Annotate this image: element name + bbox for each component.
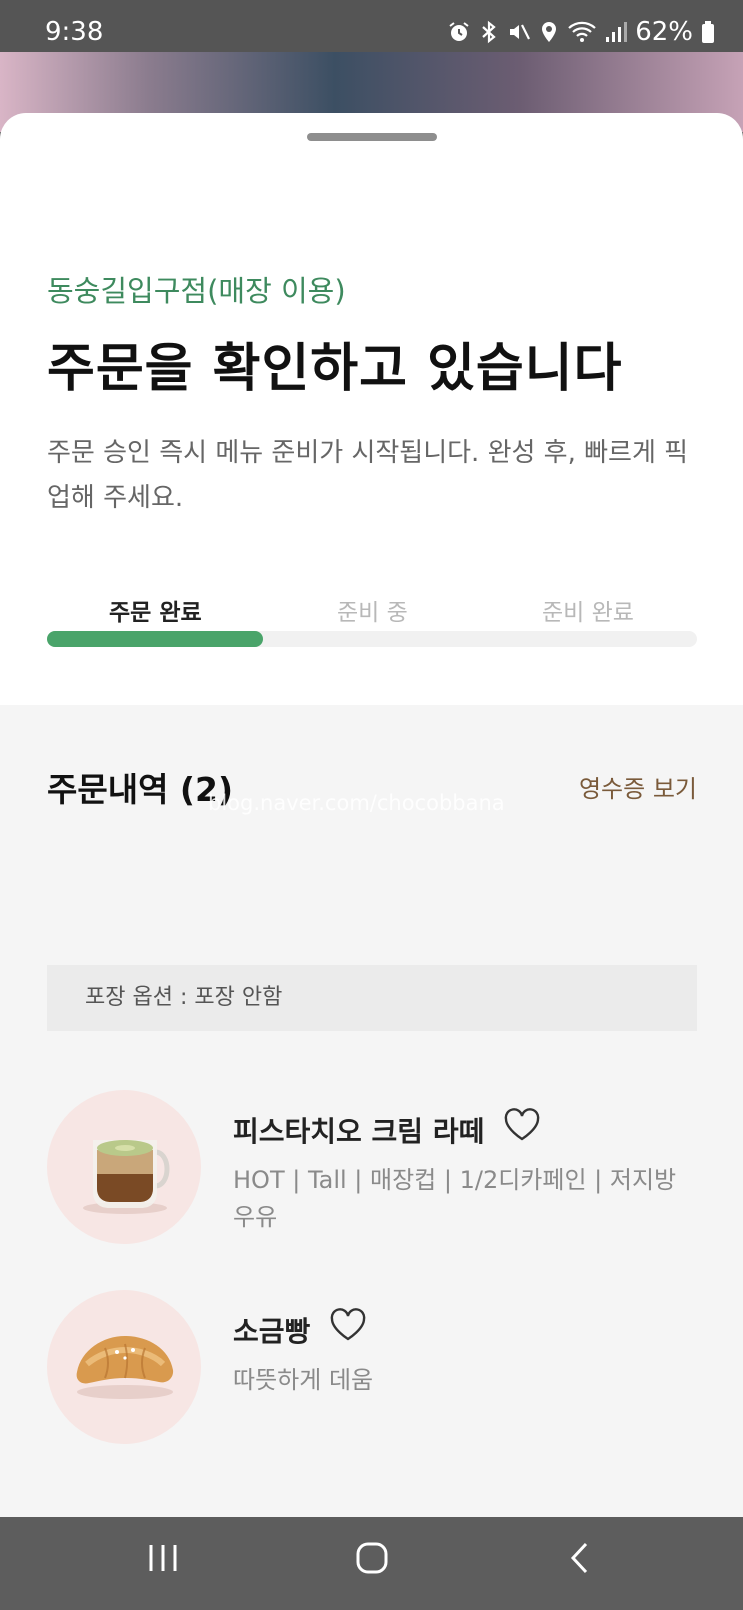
battery-percent: 62% bbox=[635, 17, 693, 47]
order-history: 주문내역 (2) 영수증 보기 blog.naver.com/chocobban… bbox=[0, 705, 743, 1517]
item-options: 따뜻하게 데움 bbox=[233, 1366, 374, 1394]
signal-icon bbox=[606, 22, 628, 42]
order-status-sheet: 동숭길입구점(매장 이용) 주문을 확인하고 있습니다 주문 승인 즉시 메뉴 … bbox=[0, 113, 743, 1517]
page-title: 주문을 확인하고 있습니다 bbox=[47, 339, 623, 399]
favorite-heart-icon[interactable] bbox=[503, 1108, 541, 1142]
wifi-icon bbox=[568, 21, 596, 42]
order-history-title: 주문내역 (2) bbox=[47, 770, 234, 809]
recent-apps-icon[interactable] bbox=[146, 1541, 180, 1575]
store-name: 동숭길입구점(매장 이용) bbox=[47, 274, 346, 308]
home-icon[interactable] bbox=[355, 1541, 389, 1575]
navigation-bar bbox=[0, 1517, 743, 1610]
salt-bread-image bbox=[47, 1290, 201, 1444]
bluetooth-icon bbox=[482, 20, 496, 44]
view-receipt-link[interactable]: 영수증 보기 bbox=[579, 769, 697, 804]
item-name: 소금빵 bbox=[233, 1315, 311, 1348]
watermark: blog.naver.com/chocobbana bbox=[208, 791, 505, 815]
latte-image bbox=[47, 1090, 201, 1244]
battery-icon bbox=[702, 21, 714, 43]
status-time: 9:38 bbox=[45, 17, 104, 47]
order-steps: 주문 완료 준비 중 준비 완료 bbox=[47, 593, 697, 626]
mute-icon bbox=[510, 24, 531, 40]
drag-handle[interactable] bbox=[307, 133, 437, 141]
step-order-complete: 주문 완료 bbox=[109, 600, 202, 626]
order-description: 주문 승인 즉시 메뉴 준비가 시작됩니다. 완성 후, 빠르게 픽업해 주세요… bbox=[47, 438, 689, 513]
alarm-icon bbox=[449, 22, 469, 41]
step-ready: 준비 완료 bbox=[542, 600, 634, 626]
favorite-heart-icon[interactable] bbox=[329, 1308, 367, 1342]
status-bar: 9:38 62% bbox=[0, 0, 743, 60]
status-icons: 62% bbox=[447, 17, 715, 47]
item-name: 피스타치오 크림 라떼 bbox=[233, 1115, 485, 1148]
progress-track bbox=[47, 631, 697, 647]
location-icon bbox=[542, 22, 557, 42]
item-options: HOT | Tall | 매장컵 | 1/2디카페인 | 저지방 우유 bbox=[233, 1166, 677, 1231]
back-icon[interactable] bbox=[568, 1541, 592, 1575]
progress-fill bbox=[47, 631, 264, 647]
packaging-option: 포장 옵션 : 포장 안함 bbox=[47, 965, 697, 1031]
step-preparing: 준비 중 bbox=[337, 600, 408, 626]
